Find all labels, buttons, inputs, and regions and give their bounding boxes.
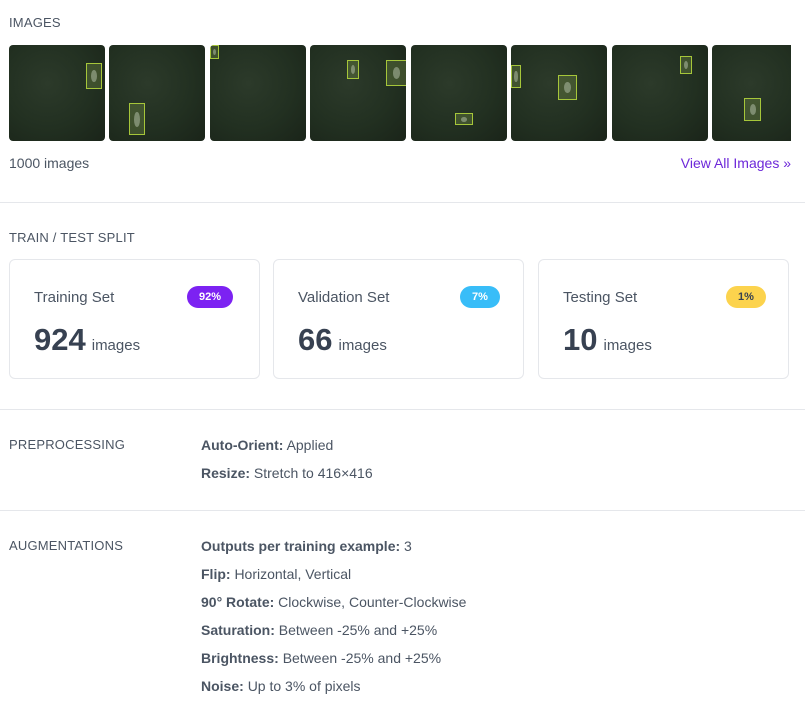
image-thumbnail[interactable] [612, 45, 708, 141]
section-divider [0, 202, 805, 203]
percentage-badge: 92% [187, 286, 234, 308]
image-count-value: 66 images [298, 322, 387, 358]
bounding-box [680, 56, 692, 74]
count-number: 924 [34, 322, 86, 357]
preprocessing-label: PREPROCESSING [9, 437, 126, 452]
property-key: Flip: [201, 566, 231, 582]
property-key: 90° Rotate: [201, 594, 275, 610]
augmentation-item: Saturation: Between -25% and +25% [201, 622, 437, 638]
property-value: Horizontal, Vertical [234, 566, 352, 582]
augmentation-item: 90° Rotate: Clockwise, Counter-Clockwise [201, 594, 466, 610]
bounding-box [210, 45, 219, 59]
bounding-box [455, 113, 473, 125]
bounding-box [347, 60, 359, 79]
augmentation-item: Brightness: Between -25% and +25% [201, 650, 441, 666]
validation-set-card: Validation Set 7% 66 images [273, 259, 524, 379]
percentage-badge: 1% [726, 286, 766, 308]
image-thumbnail[interactable] [9, 45, 105, 141]
property-value: Stretch to 416×416 [253, 465, 373, 481]
image-thumbnail[interactable] [712, 45, 791, 141]
property-key: Saturation: [201, 622, 275, 638]
testing-set-card: Testing Set 1% 10 images [538, 259, 789, 379]
property-key: Resize: [201, 465, 251, 481]
images-section-label: IMAGES [9, 15, 61, 30]
bounding-box [86, 63, 102, 89]
bounding-box [386, 60, 406, 86]
training-set-card: Training Set 92% 924 images [9, 259, 260, 379]
preprocessing-item: Resize: Stretch to 416×416 [201, 465, 373, 481]
bounding-box [558, 75, 577, 100]
view-all-images-link[interactable]: View All Images » [681, 155, 791, 171]
bounding-box [744, 98, 761, 121]
property-value: 3 [404, 538, 412, 554]
split-section-label: TRAIN / TEST SPLIT [9, 230, 135, 245]
preprocessing-item: Auto-Orient: Applied [201, 437, 333, 453]
image-thumbnail-strip [9, 45, 791, 141]
image-thumbnail[interactable] [511, 45, 607, 141]
section-divider [0, 510, 805, 511]
property-key: Auto-Orient: [201, 437, 284, 453]
bounding-box [129, 103, 145, 135]
section-divider [0, 409, 805, 410]
count-number: 10 [563, 322, 598, 357]
augmentations-label: AUGMENTATIONS [9, 538, 124, 553]
augmentation-item: Outputs per training example: 3 [201, 538, 412, 554]
image-count-value: 924 images [34, 322, 140, 358]
images-section: IMAGES 1000 images View All Images » [0, 0, 805, 202]
card-title: Training Set [34, 289, 115, 306]
card-title: Testing Set [563, 289, 638, 306]
property-key: Noise: [201, 678, 244, 694]
card-title: Validation Set [298, 289, 390, 306]
bounding-box [511, 65, 521, 88]
image-thumbnail[interactable] [411, 45, 507, 141]
property-value: Between -25% and +25% [282, 650, 442, 666]
count-number: 66 [298, 322, 333, 357]
image-count-value: 10 images [563, 322, 652, 358]
property-value: Applied [286, 437, 334, 453]
image-thumbnail[interactable] [210, 45, 306, 141]
image-thumbnail[interactable] [310, 45, 406, 141]
augmentation-item: Noise: Up to 3% of pixels [201, 678, 361, 694]
count-unit: images [91, 337, 141, 354]
image-count: 1000 images [9, 155, 90, 171]
property-key: Brightness: [201, 650, 279, 666]
augmentation-item: Flip: Horizontal, Vertical [201, 566, 351, 582]
image-thumbnail[interactable] [109, 45, 205, 141]
property-value: Between -25% and +25% [278, 622, 438, 638]
property-value: Clockwise, Counter-Clockwise [278, 594, 467, 610]
count-unit: images [603, 337, 652, 354]
property-key: Outputs per training example: [201, 538, 401, 554]
property-value: Up to 3% of pixels [247, 678, 361, 694]
count-unit: images [338, 337, 387, 354]
percentage-badge: 7% [460, 286, 500, 308]
